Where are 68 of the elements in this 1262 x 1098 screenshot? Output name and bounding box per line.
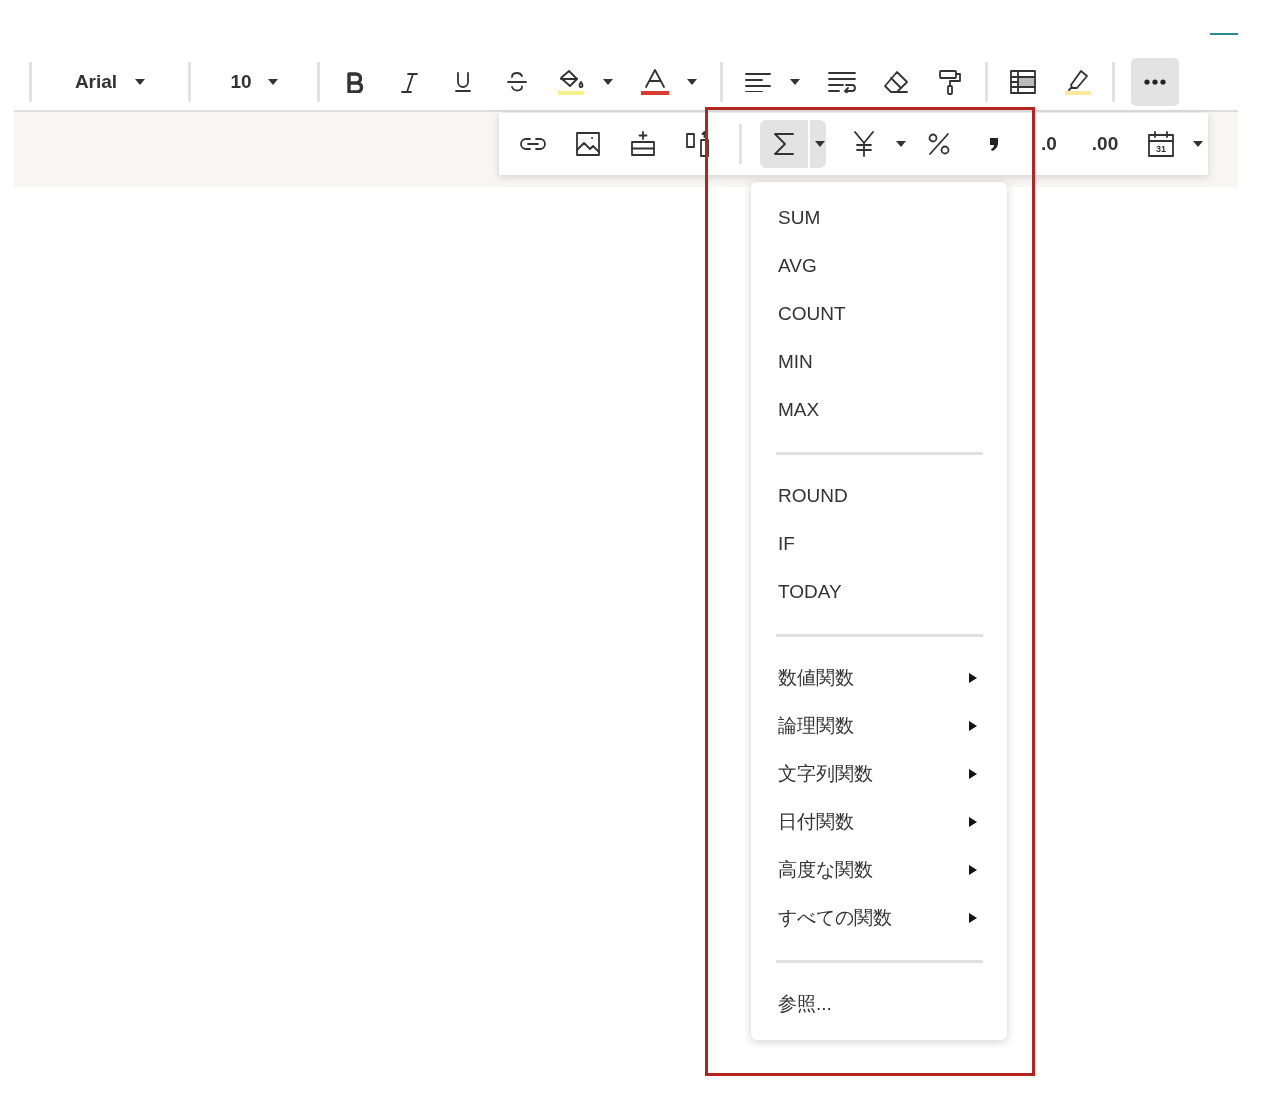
sigma-icon [773, 132, 795, 156]
font-dropdown[interactable]: Arial [40, 71, 180, 93]
more-icon [1144, 79, 1166, 85]
menu-item[interactable]: 日付関数 [751, 798, 1007, 846]
percent-icon [926, 132, 951, 156]
menu-item-label: IF [778, 533, 795, 555]
menu-item-label: 文字列関数 [778, 762, 873, 786]
menu-item-label: MIN [778, 351, 813, 373]
caret-icon [815, 141, 825, 147]
menu-item[interactable]: AVG [751, 242, 1007, 290]
menu-item[interactable]: MIN [751, 338, 1007, 386]
menu-item[interactable]: 文字列関数 [751, 750, 1007, 798]
caret-icon [790, 79, 800, 85]
wrap-text-icon [828, 71, 856, 93]
menu-item[interactable]: TODAY [751, 568, 1007, 616]
menu-item-label: 論理関数 [778, 714, 854, 738]
accent-line [1210, 33, 1238, 35]
increase-decimal-button[interactable]: .00 [1077, 124, 1133, 164]
decrease-decimal-button[interactable]: .0 [1021, 124, 1077, 164]
text-color-icon [641, 69, 669, 95]
insert-column-icon [685, 131, 710, 157]
bold-icon [345, 71, 365, 93]
eraser-icon [883, 70, 909, 94]
menu-item[interactable]: すべての関数 [751, 894, 1007, 942]
underline-icon [453, 71, 473, 93]
insert-row-icon [630, 131, 655, 157]
menu-item[interactable]: MAX [751, 386, 1007, 434]
calendar-icon: 31 [1147, 131, 1174, 157]
table-icon [1010, 70, 1036, 94]
caret-icon [1193, 141, 1203, 147]
menu-item-label: ROUND [778, 485, 848, 507]
highlighter-icon [1063, 69, 1091, 95]
menu-item-label: すべての関数 [778, 906, 892, 930]
caret-icon [687, 79, 697, 85]
comma-icon [987, 136, 1000, 152]
date-button[interactable]: 31 [1133, 124, 1188, 164]
italic-icon [399, 71, 419, 93]
menu-item[interactable]: COUNT [751, 290, 1007, 338]
more-button[interactable] [1131, 58, 1179, 106]
link-icon [519, 137, 546, 151]
caret-icon [135, 79, 146, 85]
sum-menu-button[interactable] [808, 120, 826, 168]
paint-roller-icon [938, 69, 962, 95]
menu-item-label: 参照... [778, 992, 832, 1016]
menu-item[interactable]: 参照... [751, 980, 1007, 1028]
menu-item[interactable]: 数値関数 [751, 654, 1007, 702]
menu-item-label: 高度な関数 [778, 858, 873, 882]
strikethrough-icon [506, 71, 528, 93]
menu-item-label: SUM [778, 207, 821, 229]
image-icon [575, 132, 600, 156]
align-left-icon [745, 72, 771, 92]
caret-icon [267, 79, 278, 85]
paint-bucket-icon [556, 69, 586, 95]
menu-item[interactable]: ROUND [751, 472, 1007, 520]
menu-item[interactable]: SUM [751, 194, 1007, 242]
menu-item-label: AVG [778, 255, 817, 277]
caret-icon [603, 79, 613, 85]
menu-item[interactable]: 高度な関数 [751, 846, 1007, 894]
menu-item-label: MAX [778, 399, 820, 421]
menu-item[interactable]: IF [751, 520, 1007, 568]
menu-item-label: TODAY [778, 581, 842, 603]
menu-item-label: COUNT [778, 303, 846, 325]
font-size-dropdown[interactable]: 10 [199, 71, 309, 93]
menu-item[interactable]: 論理関数 [751, 702, 1007, 750]
yen-icon [852, 131, 875, 157]
menu-item-label: 数値関数 [778, 666, 854, 690]
caret-icon [896, 141, 906, 147]
menu-item-label: 日付関数 [778, 810, 854, 834]
